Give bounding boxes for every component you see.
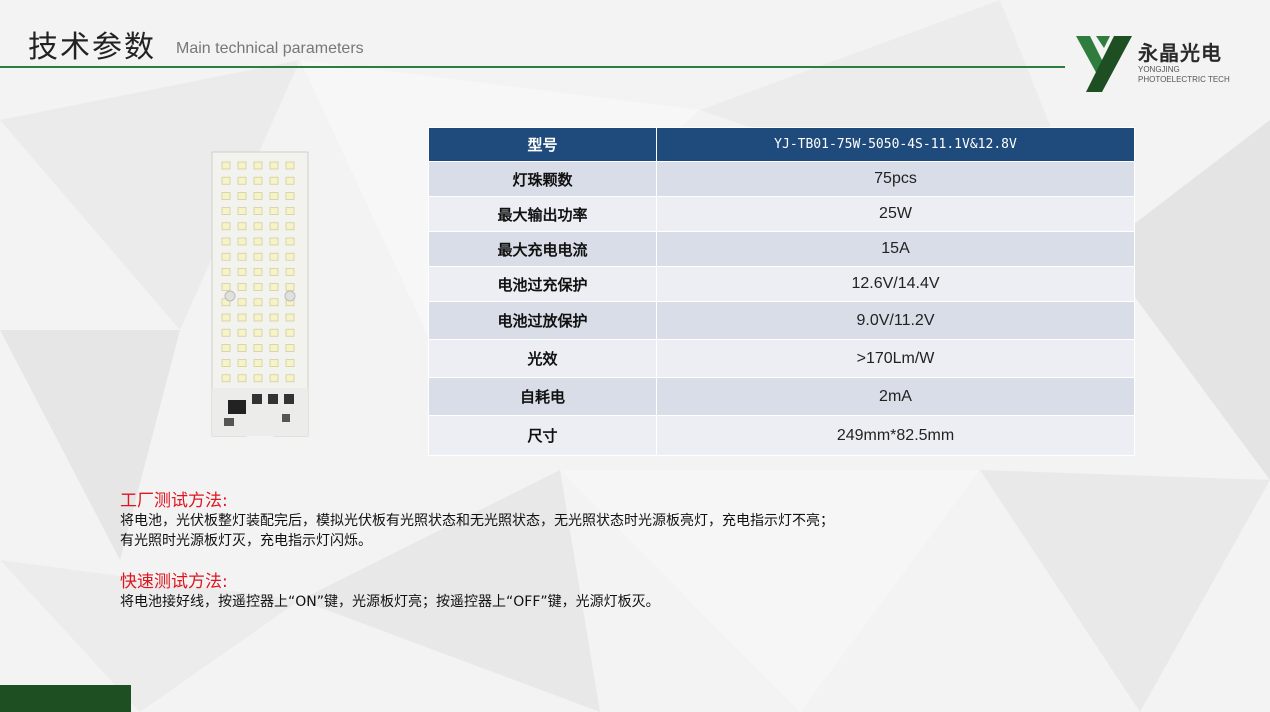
spec-label: 灯珠颗数: [428, 161, 657, 197]
spec-table: 型号 YJ-TB01-75W-5050-4S-11.1V&12.8V 灯珠颗数 7…: [428, 127, 1135, 456]
spec-label: 光效: [428, 339, 657, 378]
model-label: 型号: [428, 127, 657, 162]
quick-test-heading: 快速测试方法:: [120, 572, 228, 592]
spec-value: 12.6V/14.4V: [656, 266, 1135, 302]
spec-label: 自耗电: [428, 377, 657, 416]
spec-label: 最大充电电流: [428, 231, 657, 267]
spec-value: 75pcs: [656, 161, 1135, 197]
table-row: 电池过充保护 12.6V/14.4V: [428, 266, 1135, 302]
factory-test-line-1: 将电池，光伏板整灯装配完后，模拟光伏板有光照状态和无光照状态，无光照状态时光源板…: [120, 513, 834, 529]
logo-mark-icon: [1076, 36, 1132, 92]
logo-name-cn: 永晶光电: [1138, 41, 1222, 65]
table-row: 电池过放保护 9.0V/11.2V: [428, 301, 1135, 340]
spec-value: 249mm*82.5mm: [656, 415, 1135, 456]
footer-accent-bar: [0, 685, 131, 712]
page-subtitle: Main technical parameters: [176, 40, 364, 57]
spec-value: >170Lm/W: [656, 339, 1135, 378]
table-row: 最大充电电流 15A: [428, 231, 1135, 267]
led-board-image: [211, 151, 309, 437]
quick-test-line-1: 将电池接好线，按遥控器上“ON”键，光源板灯亮；按遥控器上“OFF”键，光源灯板…: [120, 594, 660, 610]
factory-test-heading: 工厂测试方法:: [120, 491, 228, 511]
spec-value: 25W: [656, 196, 1135, 232]
table-header-row: 型号 YJ-TB01-75W-5050-4S-11.1V&12.8V: [428, 127, 1135, 162]
spec-label: 电池过充保护: [428, 266, 657, 302]
spec-label: 最大输出功率: [428, 196, 657, 232]
spec-value: 15A: [656, 231, 1135, 267]
title-divider: [0, 66, 1065, 68]
spec-label: 尺寸: [428, 415, 657, 456]
spec-value: 2mA: [656, 377, 1135, 416]
factory-test-section: 工厂测试方法: 将电池，光伏板整灯装配完后，模拟光伏板有光照状态和无光照状态，无…: [120, 491, 834, 551]
table-row: 尺寸 249mm*82.5mm: [428, 415, 1135, 456]
page-title: 技术参数: [28, 30, 156, 65]
factory-test-line-2: 有光照时光源板灯灭，充电指示灯闪烁。: [120, 533, 372, 549]
spec-label: 电池过放保护: [428, 301, 657, 340]
table-row: 最大输出功率 25W: [428, 196, 1135, 232]
table-row: 灯珠颗数 75pcs: [428, 161, 1135, 197]
table-row: 自耗电 2mA: [428, 377, 1135, 416]
company-logo: 永晶光电 YONGJING PHOTOELECTRIC TECH: [1074, 34, 1254, 94]
logo-name-en: YONGJING PHOTOELECTRIC TECH: [1138, 65, 1230, 84]
quick-test-section: 快速测试方法: 将电池接好线，按遥控器上“ON”键，光源板灯亮；按遥控器上“OF…: [120, 572, 660, 612]
model-value: YJ-TB01-75W-5050-4S-11.1V&12.8V: [656, 127, 1135, 162]
spec-value: 9.0V/11.2V: [656, 301, 1135, 340]
table-row: 光效 >170Lm/W: [428, 339, 1135, 378]
